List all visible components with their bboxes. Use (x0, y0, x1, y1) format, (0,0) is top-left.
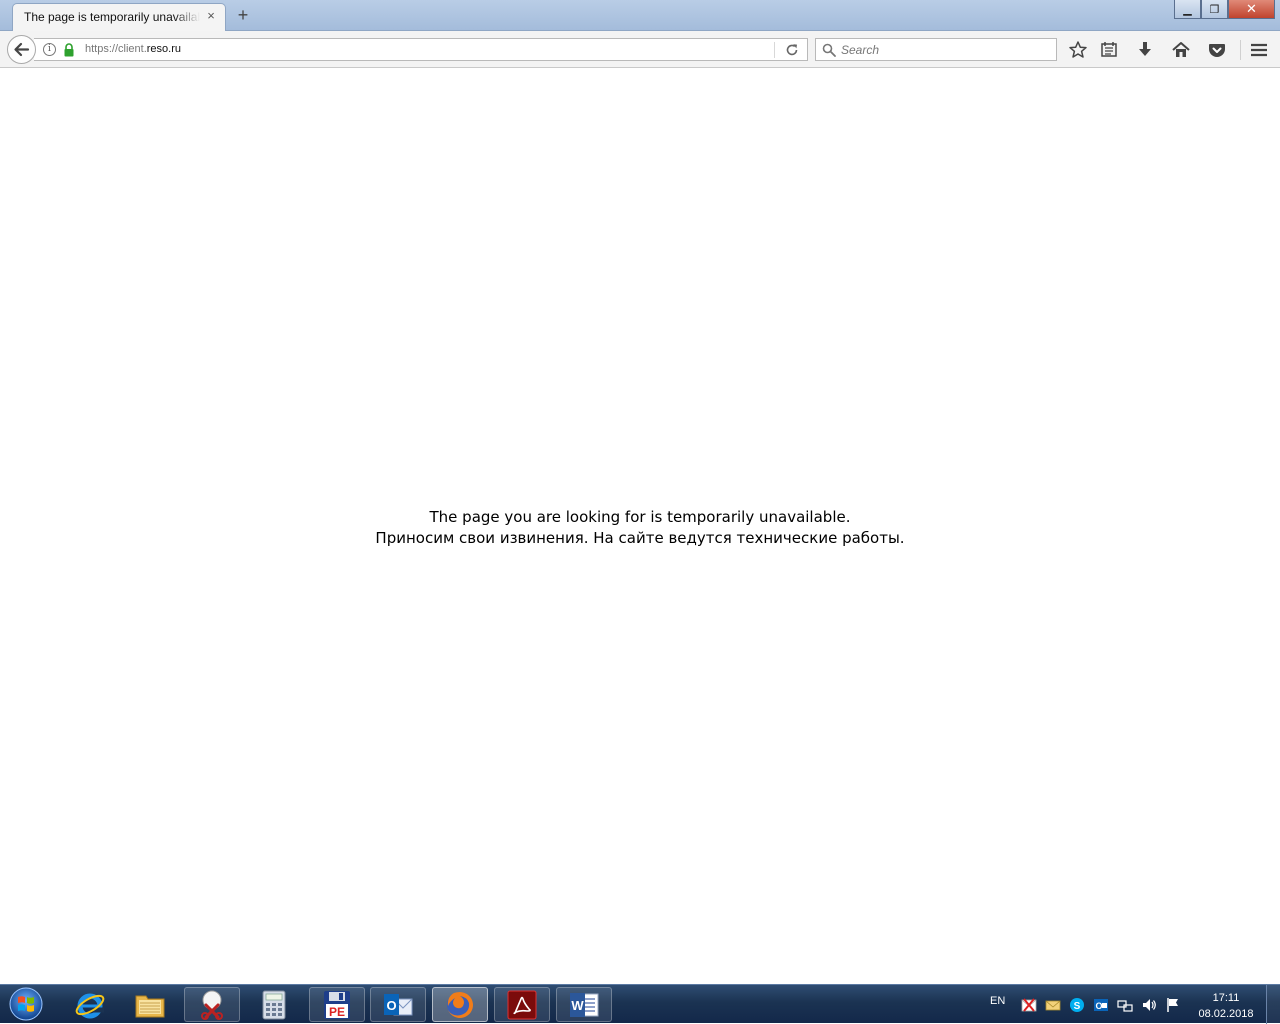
snipping-tool-icon (201, 990, 223, 1020)
internet-explorer-icon (75, 993, 105, 1018)
firefox-icon (447, 991, 473, 1018)
tab-close-icon[interactable]: × (203, 8, 219, 24)
url-host: reso.ru (146, 43, 182, 55)
site-info-icon[interactable]: i (43, 43, 56, 56)
toolbar-divider (1240, 40, 1241, 60)
taskbar-app-word[interactable]: W (556, 987, 612, 1022)
network-tray-icon[interactable] (1117, 997, 1133, 1013)
restore-button[interactable]: ❐ (1201, 0, 1228, 19)
taskbar-app-pe-save[interactable]: PE (309, 987, 365, 1022)
clock-time: 17:11 (1212, 992, 1240, 1004)
message-russian: Приносим свои извинения. На сайте ведутс… (375, 529, 905, 547)
search-input[interactable] (841, 42, 1051, 58)
taskbar-app-outlook[interactable]: O (370, 987, 426, 1022)
word-icon: W (570, 992, 599, 1017)
system-clock[interactable]: 17:11 08.02.2018 (1192, 990, 1260, 1022)
acrobat-icon (507, 990, 537, 1019)
back-arrow-icon (14, 42, 30, 57)
show-desktop-button[interactable] (1266, 985, 1280, 1024)
address-bar[interactable]: i https://client.reso.ru (34, 38, 808, 61)
home-icon[interactable] (1171, 40, 1191, 60)
search-icon (822, 43, 836, 57)
pocket-icon[interactable] (1207, 40, 1227, 60)
svg-text:S: S (1074, 1001, 1081, 1012)
mail-tray-icon[interactable] (1045, 997, 1061, 1013)
antivirus-tray-icon[interactable] (1021, 997, 1037, 1013)
svg-text:PE: PE (329, 1005, 345, 1019)
taskbar-app-firefox[interactable] (432, 987, 488, 1022)
calculator-icon (262, 990, 286, 1019)
message-english: The page you are looking for is temporar… (429, 508, 851, 526)
pe-save-icon: PE (324, 990, 350, 1019)
clock-date: 08.02.2018 (1198, 1008, 1254, 1020)
back-button[interactable] (7, 35, 36, 64)
lock-icon[interactable] (64, 43, 74, 57)
taskbar-app-acrobat[interactable] (494, 987, 550, 1022)
taskbar-app-internet-explorer[interactable] (62, 987, 118, 1022)
new-tab-button[interactable]: + (233, 6, 253, 26)
volume-tray-icon[interactable] (1141, 997, 1157, 1013)
svg-text:O: O (386, 998, 396, 1013)
close-window-button[interactable]: ✕ (1228, 0, 1275, 19)
action-center-flag-icon[interactable] (1165, 997, 1181, 1013)
url-divider (774, 42, 775, 58)
reload-icon[interactable] (784, 42, 800, 58)
tab-title: The page is temporarily unavailable (24, 10, 200, 24)
url-scheme: https://client. (85, 43, 147, 55)
svg-text:W: W (571, 998, 584, 1013)
taskbar: PE O W EN S O 17:11 08.02.2018 (0, 984, 1280, 1024)
taskbar-app-file-explorer[interactable] (122, 987, 178, 1022)
browser-tab[interactable]: The page is temporarily unavailable × (12, 3, 226, 32)
minimize-button[interactable]: ▁ (1174, 0, 1201, 19)
navigation-toolbar: i https://client.reso.ru (0, 31, 1280, 68)
start-button[interactable] (4, 986, 48, 1022)
menu-icon[interactable] (1249, 40, 1269, 60)
svg-text:O: O (1095, 1001, 1102, 1011)
maintenance-message: The page you are looking for is temporar… (0, 507, 1280, 549)
taskbar-app-calculator[interactable] (246, 987, 302, 1022)
downloads-icon[interactable] (1135, 40, 1155, 60)
skype-tray-icon[interactable]: S (1069, 997, 1085, 1013)
title-bar: The page is temporarily unavailable × + … (0, 0, 1280, 32)
reading-list-icon[interactable] (1099, 40, 1119, 60)
bookmark-star-icon[interactable] (1068, 40, 1088, 60)
file-explorer-icon (135, 995, 165, 1017)
page-content: The page you are looking for is temporar… (0, 69, 1280, 984)
window-controls: ▁ ❐ ✕ (1174, 0, 1275, 19)
outlook-tray-icon[interactable]: O (1093, 997, 1109, 1013)
taskbar-app-snipping-tool[interactable] (184, 987, 240, 1022)
url-text[interactable]: https://client.reso.ru (85, 43, 181, 55)
outlook-icon: O (384, 993, 413, 1015)
language-indicator[interactable]: EN (990, 995, 1005, 1007)
search-bar[interactable] (815, 38, 1057, 61)
